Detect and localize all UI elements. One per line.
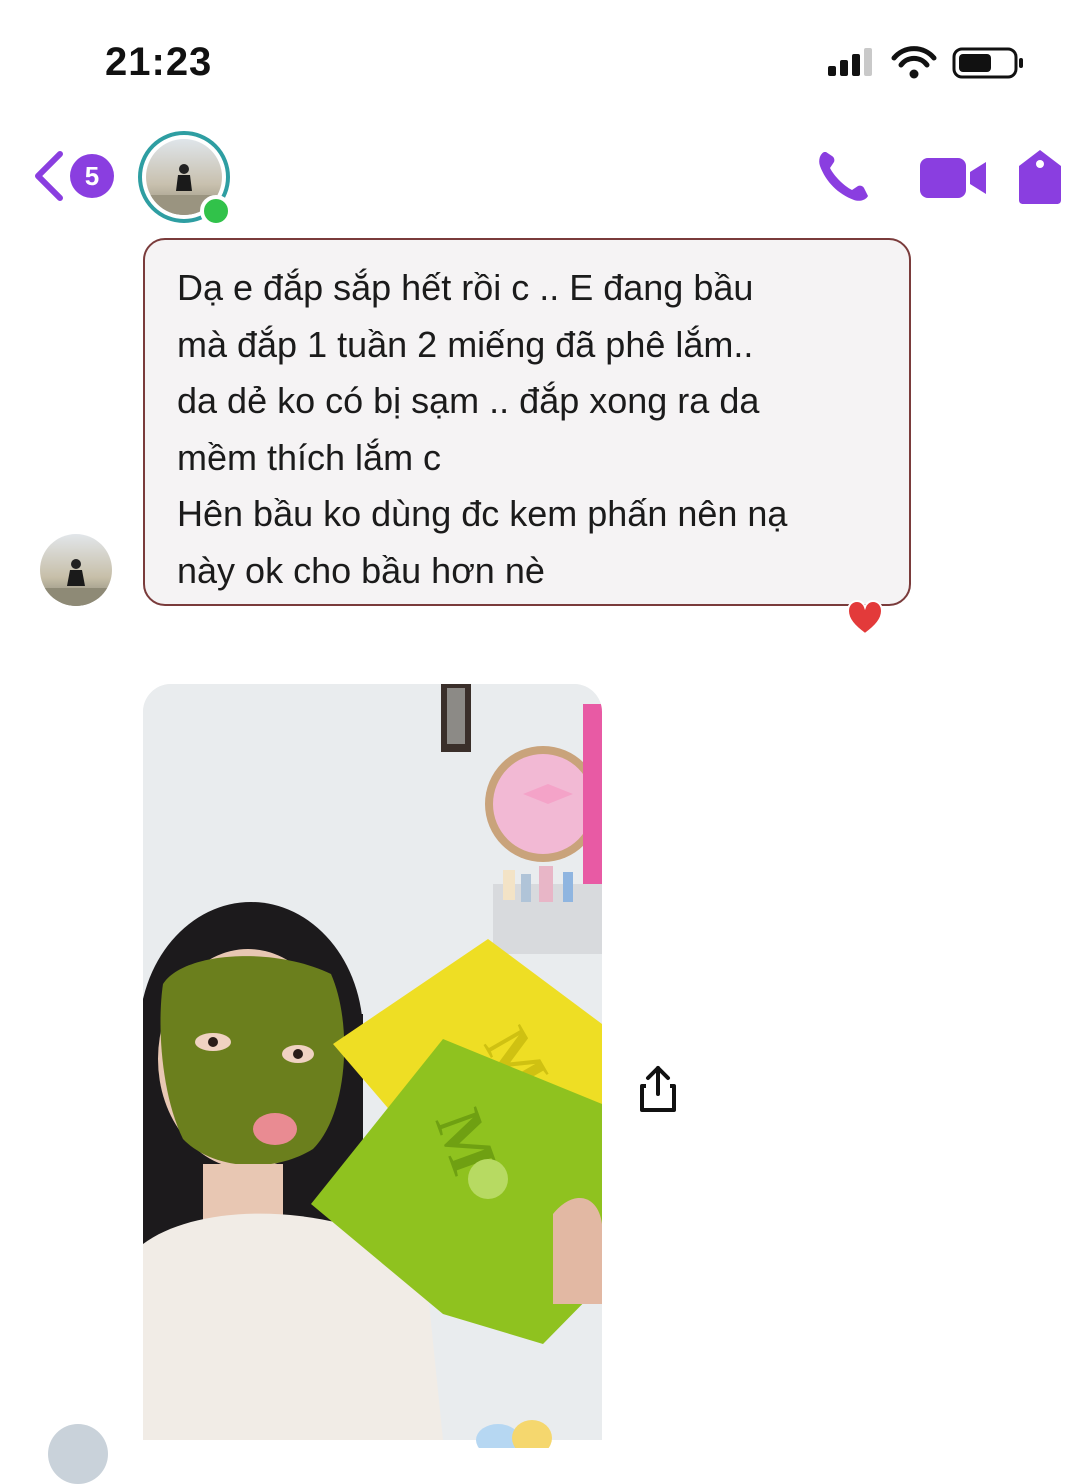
- share-icon[interactable]: [636, 1064, 680, 1114]
- photo-message[interactable]: M M: [143, 684, 602, 1440]
- status-icons: [828, 46, 1023, 79]
- chevron-left-icon: [35, 151, 63, 201]
- battery-icon: [952, 47, 1023, 79]
- photo-message-image: M M: [143, 684, 602, 1440]
- phone-icon[interactable]: [814, 146, 872, 204]
- wifi-icon: [891, 46, 937, 79]
- next-message-avatar[interactable]: [48, 1424, 108, 1484]
- message-bubble[interactable]: Dạ e đắp sắp hết rồi c .. E đang bầu mà …: [143, 238, 911, 606]
- message-text: Dạ e đắp sắp hết rồi c .. E đang bầu mà …: [177, 267, 788, 591]
- sender-avatar[interactable]: [40, 534, 112, 606]
- heart-icon[interactable]: [846, 598, 884, 638]
- sticker-icon: [476, 1420, 552, 1448]
- unread-badge: 5: [70, 154, 114, 198]
- video-camera-icon[interactable]: [918, 156, 988, 200]
- status-time: 21:23: [105, 40, 213, 84]
- back-button[interactable]: 5: [32, 148, 116, 204]
- online-status-dot: [200, 195, 232, 227]
- tag-icon[interactable]: [1015, 148, 1065, 206]
- cellular-signal-icon: [828, 48, 872, 76]
